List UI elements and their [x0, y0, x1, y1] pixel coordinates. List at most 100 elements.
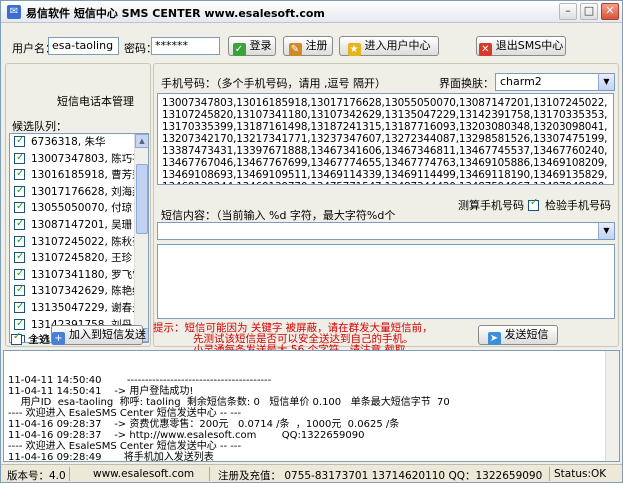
log-line: 11-04-16 09:28:49 将手机加入发送列表	[8, 452, 214, 462]
sms-content-textarea[interactable]	[157, 244, 615, 319]
check-numbers-checkbox[interactable]: 检验手机号码	[528, 197, 611, 213]
log-line: 11-04-16 09:28:37 -> 资费优惠零售：200元 0.0714 …	[8, 419, 400, 430]
log-scrollbar[interactable]	[605, 351, 619, 461]
sms-content-label: 短信内容：（当前输入 %d 字符，最大字符%d个	[161, 209, 396, 222]
scroll-up-arrow-icon[interactable]: ▲	[135, 134, 148, 148]
username-field[interactable]: esa-taoling	[48, 37, 119, 55]
checkbox-checked-icon[interactable]	[528, 197, 539, 211]
contact-item[interactable]: 13107245022, 陈秋菊	[10, 233, 148, 251]
log-line: 11-04-16 09:28:37 -> http://www.esalesof…	[8, 430, 365, 441]
minimize-button[interactable]: –	[559, 3, 577, 20]
login-button-label: 登录	[249, 39, 272, 52]
checkbox-checked-icon[interactable]	[14, 266, 25, 282]
login-button[interactable]: ✓ 登录	[228, 36, 276, 56]
contact-item[interactable]: 13055050070, 付琼	[10, 199, 148, 217]
checkbox-checked-icon[interactable]	[14, 316, 25, 332]
skin-label: 界面换肤：	[439, 77, 494, 90]
exit-button[interactable]: ✕ 退出SMS中心	[476, 36, 566, 56]
contact-list-scrollbar[interactable]: ▲ ▼	[134, 134, 148, 342]
status-separator	[69, 467, 70, 481]
close-button[interactable]: ✕	[601, 3, 619, 20]
main-window: ✉ 易信软件 短信中心 SMS CENTER www.esalesoft.com…	[0, 0, 623, 483]
checkbox-checked-icon[interactable]	[14, 216, 25, 232]
skin-select-value: charm2	[500, 75, 542, 88]
skin-select[interactable]: charm2 ▼	[495, 73, 615, 91]
exit-icon: ✕	[478, 43, 492, 56]
log-panel[interactable]: 11-04-11 14:50:40 ----------------------…	[3, 350, 620, 462]
contact-item[interactable]: 13007347803, 陈巧平	[10, 150, 148, 168]
contact-label: 13107341180, 罗飞雪	[31, 268, 143, 281]
contact-item[interactable]: 13107245820, 王珍	[10, 249, 148, 267]
select-all-label: 全选	[28, 333, 50, 346]
chevron-down-icon[interactable]: ▼	[598, 74, 614, 90]
send-sms-button-label: 发送短信	[504, 328, 549, 341]
contact-label: 13107245820, 王珍	[31, 252, 133, 265]
phonebook-title: 短信电话本管理	[57, 95, 134, 108]
register-info-text: 注册及充值： 0755-83173701 13714620110 QQ：1322…	[218, 470, 543, 482]
contact-item[interactable]: 13017176628, 刘海燕	[10, 183, 148, 201]
queue-label: 候选队列：	[12, 120, 67, 133]
password-field[interactable]: ******	[151, 37, 220, 55]
user-center-button-label: 进入用户中心	[364, 39, 431, 52]
contact-item[interactable]: 13087147201, 吴珊	[10, 216, 148, 234]
checkbox-checked-icon[interactable]	[14, 233, 25, 249]
log-line: 11-04-11 14:50:41 -> 用户登陆成功!	[8, 386, 194, 397]
title-bar[interactable]: ✉ 易信软件 短信中心 SMS CENTER www.esalesoft.com…	[1, 1, 622, 23]
count-numbers-link[interactable]: 测算手机号码	[458, 197, 524, 213]
checkbox-checked-icon[interactable]	[11, 331, 22, 345]
contact-item[interactable]: 6736318, 朱华	[10, 134, 148, 151]
contact-item[interactable]: 13135047229, 谢春光	[10, 299, 148, 317]
checkbox-checked-icon[interactable]	[14, 249, 25, 265]
check-icon: ✓	[232, 43, 246, 56]
checkbox-checked-icon[interactable]	[14, 150, 25, 166]
log-line: ---- 欢迎进入 EsaleSMS Center 短信发送中心 -- ---	[8, 441, 242, 452]
log-line: 用户ID esa-taoling 称呼: taoling 剩余短信条数: 0 短…	[8, 397, 450, 408]
website-text: www.esalesoft.com	[93, 468, 195, 480]
status-text: Status:OK	[554, 468, 607, 480]
contact-item[interactable]: 13016185918, 曹芳莲	[10, 166, 148, 184]
contact-label: 13017176628, 刘海燕	[31, 185, 143, 198]
contact-label: 13007347803, 陈巧平	[31, 152, 143, 165]
register-button[interactable]: ✎ 注册	[283, 36, 333, 56]
contact-label: 13016185918, 曹芳莲	[31, 169, 143, 182]
contact-item[interactable]: 13107342629, 陈艳红	[10, 282, 148, 300]
contact-label: 6736318, 朱华	[31, 136, 106, 148]
chevron-down-icon[interactable]: ▼	[598, 223, 614, 239]
add-to-send-button[interactable]: + 加入到短信发送	[51, 325, 146, 345]
window-title: 易信软件 短信中心 SMS CENTER www.esalesoft.com	[26, 7, 325, 20]
phone-numbers-textarea[interactable]: 13007347803,13016185918,13017176628,1305…	[157, 93, 614, 185]
register-icon: ✎	[288, 43, 302, 56]
contact-label: 13107245022, 陈秋菊	[31, 235, 143, 248]
sms-template-select[interactable]: ▼	[157, 222, 615, 240]
checkbox-checked-icon[interactable]	[14, 199, 25, 215]
user-center-button[interactable]: ★ 进入用户中心	[339, 36, 439, 56]
select-all-checkbox[interactable]: 全选	[11, 331, 50, 347]
log-line: ---- 欢迎进入 EsaleSMS Center 短信发送中心 -- ---	[8, 408, 242, 419]
contact-item[interactable]: 13107341180, 罗飞雪	[10, 266, 148, 284]
version-text: 版本号：4.0	[7, 470, 66, 482]
star-icon: ★	[347, 43, 361, 56]
phone-label: 手机号码：（多个手机号码，请用 ,逗号 隔开）	[161, 77, 386, 90]
add-to-send-button-label: 加入到短信发送	[69, 328, 146, 341]
checkbox-checked-icon[interactable]	[14, 183, 25, 199]
status-bar: 版本号：4.0 www.esalesoft.com 注册及充值： 0755-83…	[1, 464, 622, 482]
send-sms-button[interactable]: ➤ 发送短信	[478, 325, 558, 345]
log-line: 11-04-11 14:50:40 ----------------------…	[8, 375, 272, 386]
status-separator	[549, 467, 550, 481]
contact-label: 13055050070, 付琼	[31, 202, 133, 215]
contact-label: 13107342629, 陈艳红	[31, 285, 143, 298]
send-icon: ➤	[487, 332, 501, 345]
scroll-thumb[interactable]	[136, 164, 148, 234]
checkbox-checked-icon[interactable]	[14, 134, 25, 149]
contact-list[interactable]: ▲ ▼ 6736318, 朱华 13007347803, 陈巧平 130161859…	[9, 133, 149, 343]
exit-button-label: 退出SMS中心	[495, 39, 564, 52]
maximize-button[interactable]: □	[580, 3, 598, 20]
register-button-label: 注册	[305, 39, 328, 52]
checkbox-checked-icon[interactable]	[14, 166, 25, 182]
contact-label: 13135047229, 谢春光	[31, 301, 143, 314]
checkbox-checked-icon[interactable]	[14, 299, 25, 315]
check-numbers-label: 检验手机号码	[545, 199, 611, 212]
checkbox-checked-icon[interactable]	[14, 282, 25, 298]
status-separator	[209, 467, 210, 481]
app-icon: ✉	[7, 5, 21, 19]
